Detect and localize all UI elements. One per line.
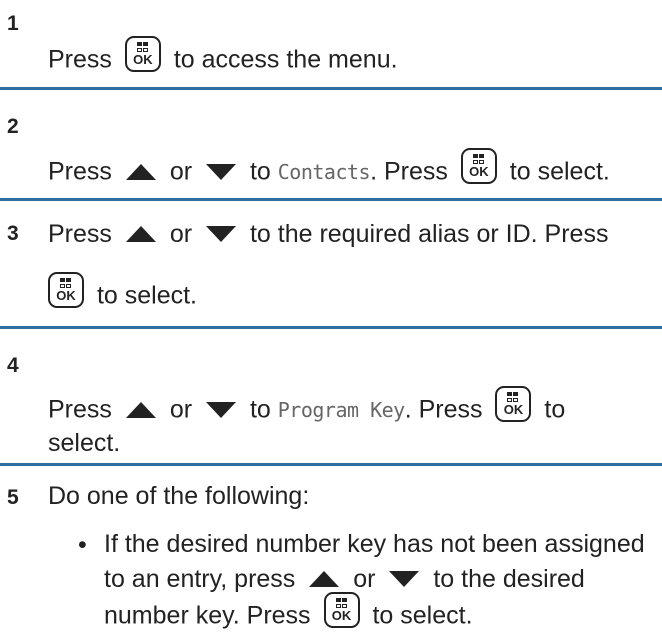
step-text-part: to select. (509, 157, 610, 186)
step-text: Press or to Program Key. Press OK to (48, 386, 566, 428)
step-text-part: select. (48, 428, 121, 457)
menu-ok-key-icon: OK (495, 386, 532, 422)
down-arrow-icon (206, 164, 236, 180)
key-label: OK (56, 288, 76, 303)
lcd-menu-program-key: Program Key (277, 398, 405, 422)
separator (0, 87, 662, 90)
key-label: OK (503, 402, 524, 417)
step-number: 2 (7, 115, 19, 138)
key-label: OK (469, 164, 489, 179)
step-text-part: to the required alias or ID. Press (249, 219, 609, 248)
step-text-part: or (169, 219, 193, 248)
up-arrow-icon (125, 164, 156, 180)
down-arrow-icon (206, 226, 236, 243)
step-text-part: to (249, 157, 271, 186)
down-arrow-icon (206, 402, 236, 418)
menu-ok-key-icon: OK (323, 592, 360, 628)
step-text-part: . Press (370, 157, 448, 186)
step-number: 5 (7, 486, 19, 509)
step-text: Do one of the following: (48, 482, 310, 510)
menu-ok-key-icon: OK (460, 148, 497, 184)
step-text-part: or (169, 395, 193, 424)
up-arrow-icon (309, 571, 340, 588)
bullet-text-part: number key. Press (104, 601, 311, 630)
key-label: OK (331, 608, 352, 623)
step-number: 4 (7, 354, 19, 377)
step-text: Press or to the required alias or ID. Pr… (48, 219, 608, 249)
bullet-text: to an entry, press or to the desired (104, 564, 585, 594)
step-text: OK to select. (48, 272, 198, 314)
bullet-marker: • (78, 531, 87, 559)
separator (0, 198, 662, 201)
down-arrow-icon (389, 571, 420, 588)
bullet-text: If the desired number key has not been a… (104, 530, 645, 558)
menu-ok-key-icon: OK (48, 272, 84, 308)
lcd-menu-contacts: Contacts (277, 160, 371, 184)
up-arrow-icon (125, 226, 156, 243)
step-text-part: or (169, 157, 193, 186)
step-text-part: to access the menu. (173, 45, 398, 74)
step-text-part: . Press (404, 395, 483, 424)
step-text: Press or to Contacts. Press OK to select… (48, 148, 610, 190)
separator (0, 326, 662, 329)
key-label: OK (133, 52, 153, 67)
step-text: Press OK to access the menu. (48, 36, 398, 78)
step-text-part: Press (48, 45, 112, 74)
separator (0, 463, 662, 466)
step-text-part: Press (48, 395, 112, 424)
step-number: 3 (7, 222, 19, 245)
menu-ok-key-icon: OK (124, 36, 161, 72)
step-text-part: to (544, 395, 566, 424)
bullet-text-part: to select. (372, 601, 473, 630)
step-text-part: to (249, 395, 271, 424)
step-text-part: Press (48, 157, 112, 186)
step-number: 1 (7, 12, 19, 35)
step-text: select. (48, 428, 120, 458)
step-text-part: Press (48, 219, 112, 248)
step-text-part: to select. (96, 281, 198, 310)
bullet-text-part: to an entry, press (104, 564, 296, 593)
bullet-text-part: to the desired (433, 564, 585, 593)
up-arrow-icon (125, 402, 156, 418)
bullet-text-part: or (353, 564, 376, 593)
